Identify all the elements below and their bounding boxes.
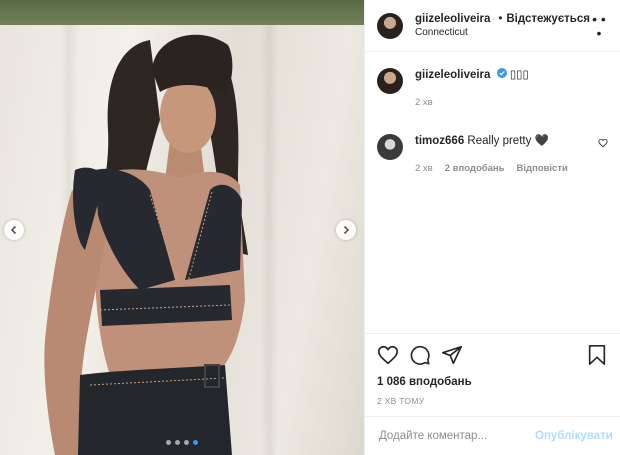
post-sidebar: giizeleoliveira • Відстежується Connecti… xyxy=(364,0,620,455)
commenter-avatar[interactable] xyxy=(377,134,403,160)
photo-subject-figure xyxy=(44,34,248,455)
publish-button[interactable]: Опублікувати xyxy=(535,430,613,442)
next-arrow-icon xyxy=(343,225,350,235)
comment-username[interactable]: timoz666 xyxy=(415,135,464,147)
add-comment-bar: Опублікувати xyxy=(365,416,620,455)
instagram-post: giizeleoliveira • Відстежується Connecti… xyxy=(0,0,620,455)
carousel-dot xyxy=(175,440,180,445)
post-timestamp[interactable]: 2 ХВ ТОМУ xyxy=(377,396,608,406)
heart-icon[interactable] xyxy=(377,344,399,366)
share-icon[interactable] xyxy=(441,344,463,366)
header-separator: • xyxy=(498,13,503,25)
comment-age[interactable]: 2 хв xyxy=(415,161,433,176)
prev-arrow-icon xyxy=(10,225,17,235)
comment-icon[interactable] xyxy=(409,344,431,366)
following-button[interactable]: Відстежується xyxy=(506,13,590,25)
verified-badge-icon xyxy=(493,18,495,20)
reply-button[interactable]: Відповісти xyxy=(516,161,567,176)
carousel-next-button[interactable] xyxy=(336,220,356,240)
author-info: giizeleoliveira • Відстежується Connecti… xyxy=(415,13,590,38)
bookmark-icon[interactable] xyxy=(586,344,608,366)
caption-age[interactable]: 2 хв xyxy=(415,95,433,110)
post-photo[interactable] xyxy=(0,0,364,455)
post-header: giizeleoliveira • Відстежується Connecti… xyxy=(365,0,620,52)
comments-section: giizeleoliveira ▯▯▯ 2 хв timoz666 Really… xyxy=(365,52,620,333)
post-actions: 1 086 вподобань 2 ХВ ТОМУ xyxy=(365,333,620,416)
carousel-prev-button[interactable] xyxy=(4,220,24,240)
comment-row: timoz666 Really pretty 🖤 2 хв 2 вподобан… xyxy=(377,134,608,176)
author-username[interactable]: giizeleoliveira xyxy=(415,13,490,25)
carousel-indicator xyxy=(166,440,198,445)
comment-input[interactable] xyxy=(377,429,535,443)
likes-count[interactable]: 1 086 вподобань xyxy=(377,376,608,388)
carousel-dot xyxy=(166,440,171,445)
caption-row: giizeleoliveira ▯▯▯ 2 хв xyxy=(377,68,608,110)
carousel-dot xyxy=(184,440,189,445)
comment-heart-icon[interactable] xyxy=(598,138,608,148)
verified-badge-icon xyxy=(496,68,507,78)
post-location[interactable]: Connecticut xyxy=(415,27,590,38)
caption-text: ▯▯▯ xyxy=(509,69,529,81)
more-options-icon[interactable]: • • • xyxy=(590,12,608,40)
comment-likes-link[interactable]: 2 вподобань xyxy=(445,161,505,176)
caption-username[interactable]: giizeleoliveira xyxy=(415,69,490,81)
comment-text: Really pretty 🖤 xyxy=(467,135,549,147)
carousel-dot-active xyxy=(193,440,198,445)
author-avatar[interactable] xyxy=(377,12,403,39)
caption-author-avatar[interactable] xyxy=(377,68,403,94)
